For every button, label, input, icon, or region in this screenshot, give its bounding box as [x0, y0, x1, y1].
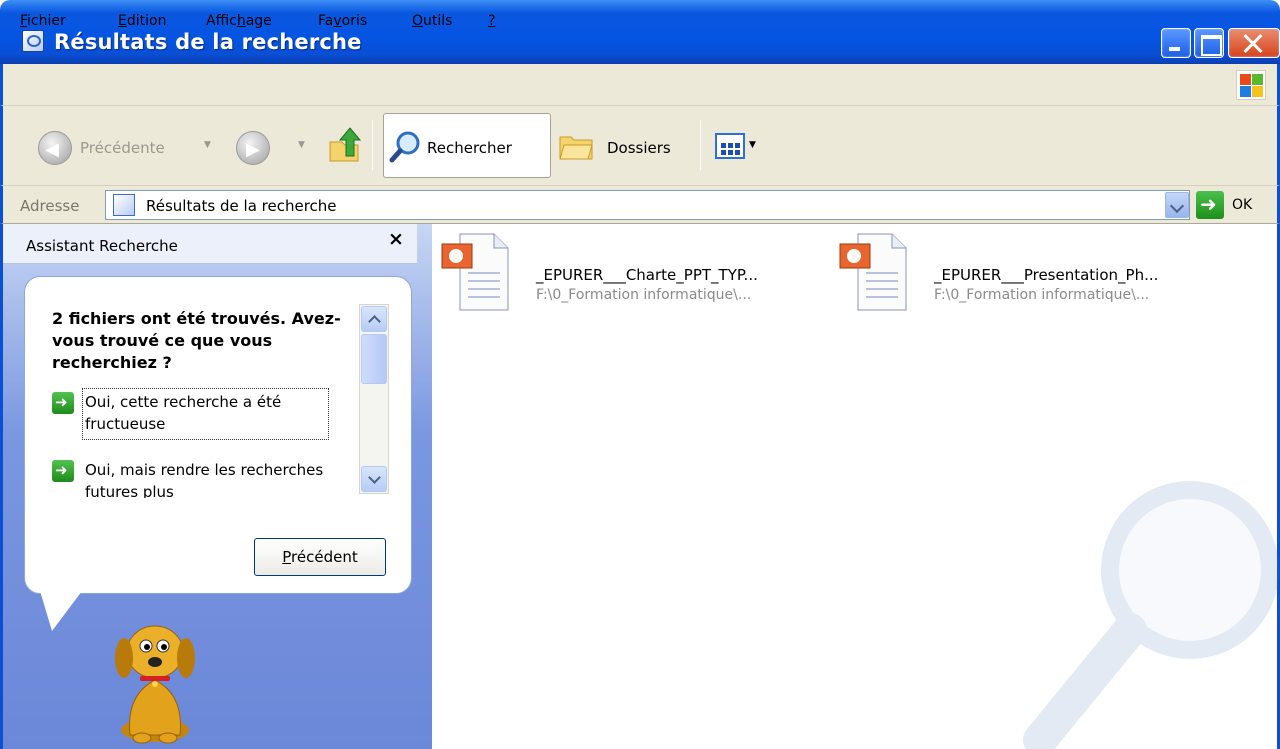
option-arrow-icon[interactable]	[52, 460, 74, 482]
result-file-path: F:\0_Formation informatique\...	[536, 287, 752, 303]
go-arrow-icon[interactable]	[1196, 191, 1224, 219]
close-button[interactable]	[1228, 28, 1280, 58]
powerpoint-file-icon	[839, 233, 907, 311]
speech-bubble-tail	[40, 591, 82, 631]
menu-outils[interactable]: Outils	[412, 13, 452, 29]
back-button-label[interactable]: Précédente	[80, 139, 165, 157]
search-button-label[interactable]: Rechercher	[427, 139, 512, 157]
result-file-name: _EPURER___Charte_PPT_TYP...	[536, 266, 758, 284]
forward-dropdown-icon[interactable]: ▼	[298, 140, 305, 150]
result-file-2[interactable]: _EPURER___Presentation_Ph... F:\0_Format…	[838, 230, 1238, 320]
back-dropdown-icon[interactable]: ▼	[204, 140, 211, 150]
menu-edition[interactable]: Edition	[118, 13, 166, 29]
folders-button-label[interactable]: Dossiers	[607, 139, 671, 157]
address-value[interactable]: Résultats de la recherche	[146, 197, 337, 215]
result-file-name: _EPURER___Presentation_Ph...	[934, 266, 1159, 284]
result-file-path: F:\0_Formation informatique\...	[934, 287, 1150, 303]
previous-button[interactable]: Précédent	[254, 538, 386, 576]
rover-dog-icon	[115, 625, 195, 744]
folders-icon[interactable]	[558, 133, 594, 161]
pane-close-icon[interactable]: ×	[388, 228, 404, 250]
powerpoint-file-icon	[441, 233, 509, 311]
option-arrow-icon[interactable]	[52, 392, 74, 414]
windows-logo-icon	[1236, 70, 1266, 100]
toolbar-separator	[700, 120, 701, 170]
menu-favoris[interactable]: Favoris	[318, 13, 367, 29]
scroll-down-icon[interactable]	[361, 466, 387, 492]
menu-help[interactable]: ?	[488, 13, 495, 29]
pane-title: Assistant Recherche	[26, 237, 178, 255]
scroll-thumb[interactable]	[361, 334, 387, 384]
folder-up-icon[interactable]	[326, 126, 362, 164]
option-yes-fruitful[interactable]: Oui, cette recherche a été fructueuse	[85, 391, 325, 435]
minimize-button[interactable]	[1161, 28, 1191, 58]
menu-bar	[0, 64, 1280, 106]
search-results-icon	[113, 194, 135, 216]
result-question: 2 fichiers ont été trouvés. Avez-vous tr…	[52, 309, 341, 372]
option-yes-improve[interactable]: Oui, mais rendre les recherches futures …	[85, 459, 325, 498]
back-icon[interactable]: ◀	[38, 131, 72, 165]
forward-icon[interactable]: ▶	[236, 131, 270, 165]
views-icon[interactable]	[715, 133, 745, 159]
result-file-1[interactable]: _EPURER___Charte_PPT_TYP... F:\0_Formati…	[440, 230, 830, 320]
address-label: Adresse	[20, 197, 80, 215]
toolbar-separator	[372, 120, 373, 170]
menu-affichage[interactable]: Affichage	[206, 13, 272, 29]
magnifier-icon	[389, 131, 420, 163]
window-title: Résultats de la recherche	[54, 30, 362, 54]
scroll-up-icon[interactable]	[361, 306, 387, 332]
maximize-button[interactable]	[1194, 28, 1224, 58]
watermark-magnifier-icon	[1023, 481, 1279, 749]
menu-fichier[interactable]: Fichier	[20, 13, 66, 29]
search-results-icon	[22, 30, 44, 52]
address-dropdown-icon[interactable]	[1165, 192, 1189, 218]
views-dropdown-icon[interactable]: ▼	[749, 140, 756, 150]
go-button-label[interactable]: OK	[1232, 197, 1252, 213]
option-clip: Oui, mais rendre les recherches futures …	[44, 456, 356, 498]
